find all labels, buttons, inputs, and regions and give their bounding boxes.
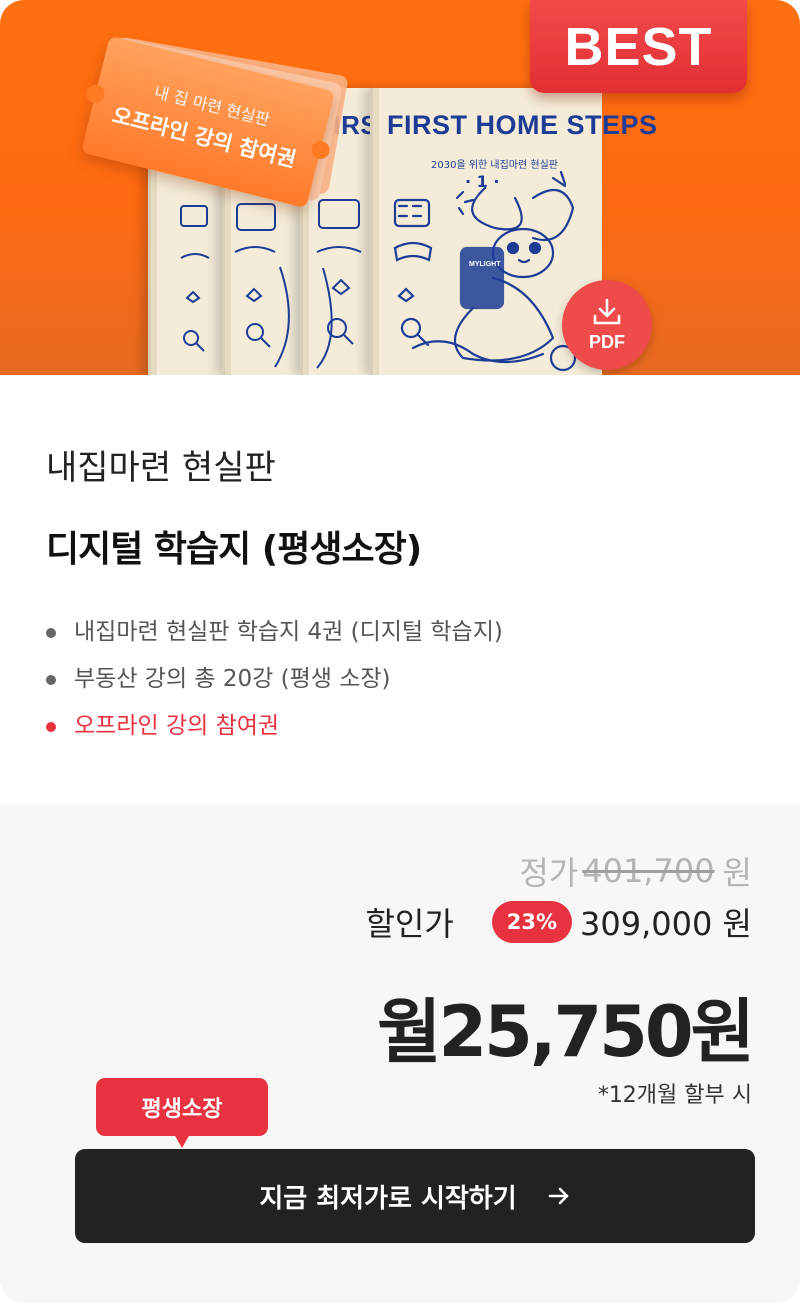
arrow-right-icon <box>547 1186 571 1206</box>
product-title: 디지털 학습지 (평생소장) <box>46 529 422 570</box>
feature-item-highlight: 오프라인 강의 참여권 <box>46 706 503 753</box>
installment-note: *12개월 할부 시 <box>597 1083 752 1108</box>
monthly-price: 월25,750원 <box>377 991 755 1073</box>
regular-price-currency: 원 <box>722 854 752 892</box>
product-subtitle: 내집마련 현실판 <box>46 448 276 488</box>
pdf-label: PDF <box>589 331 625 352</box>
sale-price-label: 할인가 <box>365 905 454 943</box>
regular-price-label: 정가 <box>519 854 579 892</box>
feature-list: 내집마련 현실판 학습지 4권 (디지털 학습지) 부동산 강의 총 20강 (… <box>46 612 503 753</box>
discount-badge: 23% <box>491 901 573 943</box>
regular-price: 정가 401,700 원 <box>519 848 752 894</box>
feature-item: 부동산 강의 총 20강 (평생 소장) <box>46 659 503 706</box>
lifetime-tooltip: 평생소장 <box>96 1078 268 1148</box>
pdf-badge: PDF <box>562 280 652 370</box>
sale-price-row: 할인가 23% 309,000 원 <box>365 899 752 945</box>
hero-banner: FIRS FIRST HOME STEPS 2030을 위한 내집마련 현실판 … <box>0 0 800 375</box>
start-now-button-label: 지금 최저가로 시작하기 <box>259 1183 517 1214</box>
regular-price-value: 401,700 <box>582 852 715 890</box>
book-badge-text: MYLIGHT <box>469 261 501 268</box>
best-badge: BEST <box>530 0 747 93</box>
product-card: FIRS FIRST HOME STEPS 2030을 위한 내집마련 현실판 … <box>0 0 800 1303</box>
sale-price-value: 309,000 원 <box>580 905 752 943</box>
offline-ticket: 내 집 마련 현실판 오프라인 강의 참여권 <box>80 35 349 209</box>
feature-item: 내집마련 현실판 학습지 4권 (디지털 학습지) <box>46 612 503 659</box>
start-now-button[interactable]: 지금 최저가로 시작하기 <box>75 1149 755 1243</box>
download-icon <box>592 298 622 330</box>
